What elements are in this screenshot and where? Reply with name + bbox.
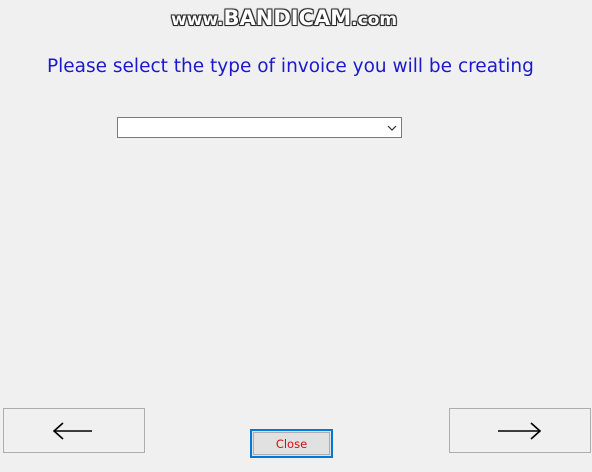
watermark-prefix: www. [171,10,224,30]
invoice-type-prompt: Please select the type of invoice you wi… [47,56,534,77]
close-button[interactable]: Close [250,429,333,458]
chevron-down-icon[interactable] [386,122,398,134]
next-button[interactable] [449,408,591,453]
back-button[interactable] [3,408,145,453]
watermark-suffix: .com [351,10,398,30]
left-arrow-icon [52,421,92,440]
right-arrow-icon [498,421,542,440]
invoice-type-form: www.BANDICAM.com Please select the type … [0,0,592,472]
watermark-brand: BANDICAM [223,6,352,30]
invoice-type-select[interactable] [117,117,402,138]
close-button-label: Close [253,432,330,455]
bandicam-watermark: www.BANDICAM.com [171,6,397,30]
